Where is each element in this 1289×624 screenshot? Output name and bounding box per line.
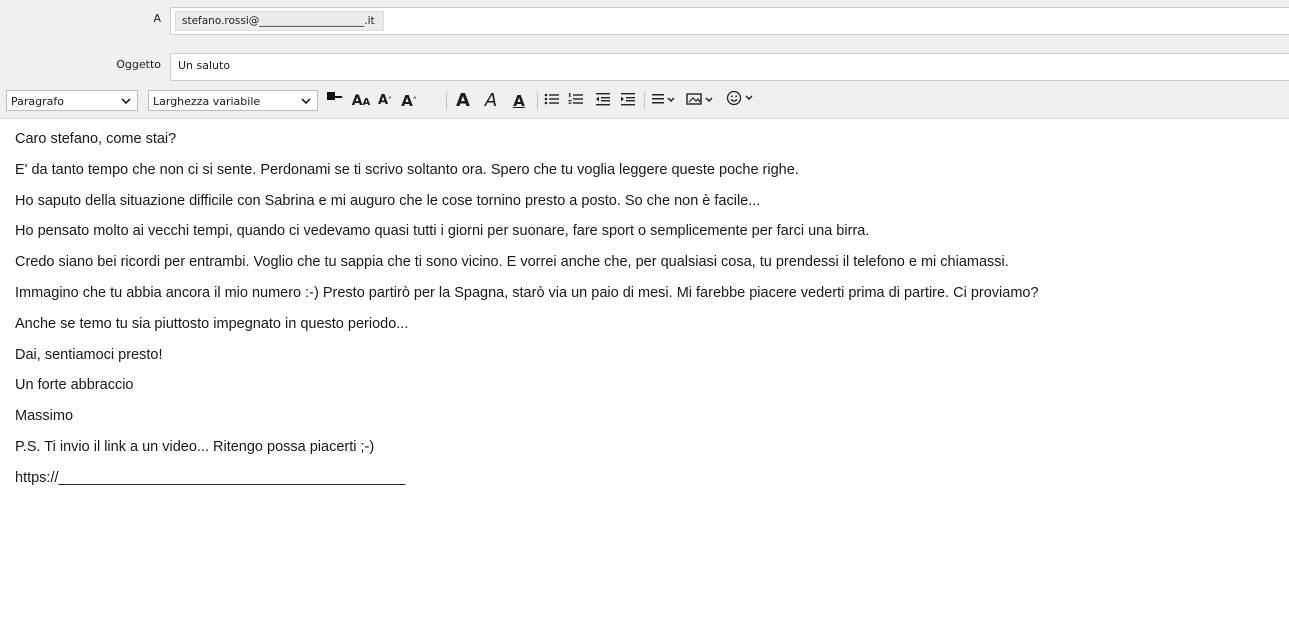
- message-line: P.S. Ti invio il link a un video... Rite…: [15, 438, 375, 455]
- bold-icon[interactable]: A: [452, 90, 474, 112]
- paragraph-format-select[interactable]: Paragrafo: [6, 90, 138, 111]
- font-size-decrease-icon[interactable]: AA: [350, 90, 372, 112]
- to-field[interactable]: stefano.rossi@____________________.it: [170, 7, 1289, 35]
- subject-field[interactable]: Un saluto: [170, 53, 1289, 81]
- message-line: Ho saputo della situazione difficile con…: [15, 192, 761, 209]
- message-line: Massimo: [15, 408, 74, 425]
- underline-icon[interactable]: A: [508, 90, 530, 112]
- font-family-value: Larghezza variabile: [153, 95, 261, 108]
- format-toolbar: Paragrafo Larghezza variabile AA A˅ A˄ A…: [0, 90, 1289, 116]
- message-line: Ho pensato molto ai vecchi tempi, quando…: [15, 223, 870, 240]
- chevron-down-icon: [121, 91, 131, 112]
- toolbar-separator: [537, 92, 538, 110]
- subject-row: Oggetto Un saluto: [0, 53, 1289, 81]
- message-line: E' da tanto tempo che non ci si sente. P…: [15, 161, 799, 178]
- message-line: Immagino che tu abbia ancora il mio nume…: [15, 284, 1039, 301]
- message-line: Dai, sentiamoci presto!: [15, 346, 163, 363]
- message-line: Anche se temo tu sia piuttosto impegnato…: [15, 315, 409, 332]
- font-family-select[interactable]: Larghezza variabile: [148, 90, 318, 111]
- subject-value[interactable]: Un saluto: [178, 59, 230, 72]
- insert-image-icon[interactable]: [684, 90, 718, 112]
- message-body[interactable]: Caro stefano, come stai? E' da tanto tem…: [15, 118, 1289, 488]
- paragraph-format-value: Paragrafo: [11, 95, 64, 108]
- compose-header: A stefano.rossi@____________________.it …: [0, 0, 1289, 119]
- message-line: Caro stefano, come stai?: [15, 131, 177, 147]
- font-size-small-icon[interactable]: A˅: [376, 90, 394, 112]
- subject-label: Oggetto: [116, 58, 161, 71]
- indent-icon[interactable]: [618, 90, 638, 112]
- to-label: A: [153, 12, 161, 25]
- italic-icon[interactable]: A: [480, 90, 502, 112]
- message-line: https://________________________________…: [15, 469, 406, 486]
- toolbar-separator: [446, 92, 447, 110]
- recipient-row: A stefano.rossi@____________________.it: [0, 7, 1289, 35]
- recipient-chip[interactable]: stefano.rossi@____________________.it: [175, 11, 384, 31]
- font-size-increase-icon[interactable]: A˄: [400, 90, 418, 112]
- numbered-list-icon[interactable]: [566, 90, 586, 112]
- toolbar-separator: [644, 92, 645, 110]
- text-color-icon[interactable]: [324, 90, 346, 112]
- align-icon[interactable]: [650, 90, 680, 112]
- outdent-icon[interactable]: [593, 90, 613, 112]
- message-line: Un forte abbraccio: [15, 377, 134, 394]
- emoji-icon[interactable]: [724, 90, 760, 112]
- chevron-down-icon: [301, 91, 311, 112]
- bullet-list-icon[interactable]: [542, 90, 562, 112]
- message-line: Credo siano bei ricordi per entrambi. Vo…: [15, 254, 1009, 271]
